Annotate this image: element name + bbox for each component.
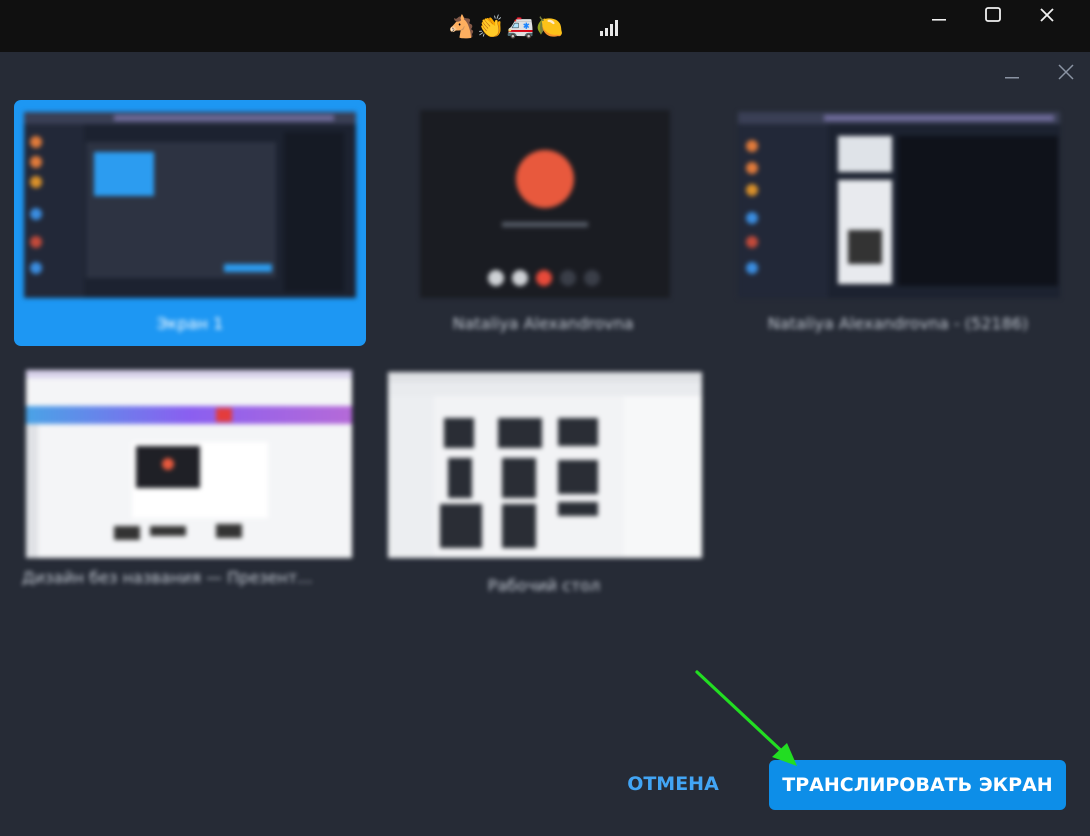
source-thumbnail	[26, 370, 352, 558]
source-thumbnail	[738, 112, 1060, 298]
window-maximize-button[interactable]	[970, 0, 1016, 30]
start-screen-share-button[interactable]: ТРАНСЛИРОВАТЬ ЭКРАН	[769, 760, 1066, 810]
horse-emoji: 🐴	[448, 14, 476, 40]
window-titlebar: 🐴 👏 🚑 🍋	[0, 0, 1090, 52]
cancel-button[interactable]: ОТМЕНА	[618, 758, 728, 810]
window-minimize-button[interactable]	[916, 0, 962, 30]
source-label: Дизайн без названия — Презент...	[22, 568, 313, 587]
source-tile-call-window[interactable]: Nataliya Alexandrovna	[408, 100, 678, 346]
source-tile-chat-window[interactable]: Nataliya Alexandrovna - (52186)	[720, 100, 1076, 346]
signal-strength-icon	[600, 20, 622, 36]
close-icon	[1040, 8, 1054, 22]
window-close-button[interactable]	[1024, 0, 1070, 30]
title-emoji-group: 🐴 👏 🚑 🍋	[448, 12, 564, 42]
source-tile-screen-1[interactable]: Экран 1	[14, 100, 366, 346]
source-label: Рабочий стол	[487, 576, 601, 595]
source-tile-desktop[interactable]: Рабочий стол	[376, 362, 712, 598]
clapping-hands-emoji: 👏	[477, 14, 505, 40]
ambulance-emoji: 🚑	[506, 14, 535, 40]
screen-share-dialog: Экран 1 Nataliya Alexandrovna Nataliya A…	[0, 52, 1090, 836]
lemon-emoji: 🍋	[536, 14, 564, 40]
source-grid: Экран 1 Nataliya Alexandrovna Nataliya A…	[0, 52, 1090, 612]
source-thumbnail	[388, 372, 702, 558]
source-label: Nataliya Alexandrovna - (52186)	[767, 314, 1029, 333]
minimize-icon	[932, 19, 946, 21]
maximize-icon	[985, 7, 1001, 22]
source-label: Экран 1	[156, 314, 224, 333]
source-thumbnail	[24, 112, 356, 298]
source-tile-presentation-window[interactable]: Дизайн без названия — Презент...	[14, 362, 366, 598]
source-label: Nataliya Alexandrovna	[452, 314, 634, 333]
source-thumbnail	[420, 110, 670, 298]
